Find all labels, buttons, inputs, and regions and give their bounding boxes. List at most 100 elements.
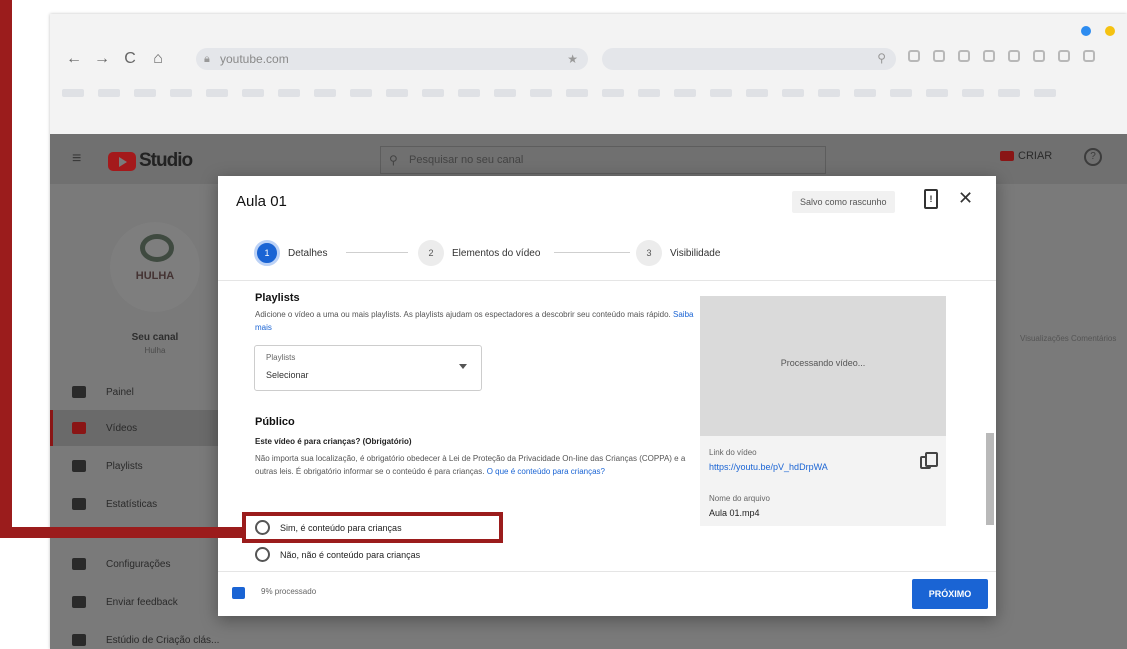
annotation-line-horizontal	[0, 527, 242, 538]
next-button[interactable]: PRÓXIMO	[912, 579, 988, 609]
youtube-play-icon	[108, 151, 136, 171]
bookmark-item[interactable]	[170, 89, 192, 97]
arrow-left-icon[interactable]: ←	[60, 50, 88, 68]
bookmark-item[interactable]	[422, 89, 444, 97]
extension-icon[interactable]	[983, 50, 995, 62]
bookmark-item[interactable]	[350, 89, 372, 97]
home-icon[interactable]: ⌂	[144, 50, 172, 68]
sidebar-item-label: Configurações	[106, 558, 171, 570]
sidebar-item-dashboard[interactable]: Painel	[50, 374, 240, 410]
bookmark-item[interactable]	[98, 89, 120, 97]
sidebar-item-classic-studio[interactable]: Estúdio de Criação clás...	[50, 622, 240, 649]
video-link[interactable]: https://youtu.be/pV_hdDrpWA	[709, 462, 828, 472]
bookmark-item[interactable]	[998, 89, 1020, 97]
sidebar-item-feedback[interactable]: Enviar feedback	[50, 584, 240, 620]
arrow-right-icon[interactable]: →	[88, 50, 116, 68]
video-thumbnail: Processando vídeo...	[700, 296, 946, 436]
playlist-select-value: Selecionar	[266, 370, 309, 380]
channel-avatar[interactable]: HULHA	[110, 222, 200, 312]
bookmarks-bar	[62, 86, 1122, 100]
radio-label: Não, não é conteúdo para crianças	[280, 549, 421, 560]
help-icon[interactable]: ?	[1084, 148, 1102, 166]
bookmark-item[interactable]	[314, 89, 336, 97]
bookmark-item[interactable]	[566, 89, 588, 97]
bookmark-item[interactable]	[278, 89, 300, 97]
bookmark-item[interactable]	[674, 89, 696, 97]
sidebar-item-settings[interactable]: Configurações	[50, 546, 240, 582]
sidebar-item-analytics[interactable]: Estatísticas	[50, 486, 240, 522]
extension-icon[interactable]	[1008, 50, 1020, 62]
create-label: CRIAR	[1018, 150, 1053, 162]
made-for-kids-question: Este vídeo é para crianças? (Obrigatório…	[255, 437, 412, 446]
bookmark-item[interactable]	[62, 89, 84, 97]
videos-icon	[72, 422, 86, 434]
extension-icon[interactable]	[1083, 50, 1095, 62]
bookmark-item[interactable]	[602, 89, 624, 97]
studio-logo[interactable]: Studio	[108, 150, 193, 172]
upload-details-dialog: Aula 01 Salvo como rascunho ! ✕ 1 Detalh…	[218, 176, 996, 616]
bookmark-item[interactable]	[926, 89, 948, 97]
window-dot-blue[interactable]	[1081, 26, 1091, 36]
sidebar-item-videos[interactable]: Vídeos	[50, 410, 240, 446]
audience-description-text: Não importa sua localização, é obrigatór…	[255, 454, 686, 476]
bookmark-item[interactable]	[386, 89, 408, 97]
window-controls	[1081, 26, 1115, 36]
extension-icon[interactable]	[1033, 50, 1045, 62]
dialog-scrollbar[interactable]	[986, 281, 994, 571]
step-label: Visibilidade	[670, 247, 721, 259]
step-number: 2	[418, 240, 444, 266]
channel-search-input[interactable]: ⚲ Pesquisar no seu canal	[380, 146, 826, 174]
step-details[interactable]: 1 Detalhes	[254, 240, 327, 266]
step-video-elements[interactable]: 2 Elementos do vídeo	[418, 240, 540, 266]
create-button[interactable]: CRIAR	[1000, 150, 1052, 162]
step-visibility[interactable]: 3 Visibilidade	[636, 240, 720, 266]
bookmark-item[interactable]	[134, 89, 156, 97]
bookmark-item[interactable]	[710, 89, 732, 97]
bookmark-item[interactable]	[638, 89, 660, 97]
saved-as-draft-badge: Salvo como rascunho	[792, 191, 895, 213]
step-number: 3	[636, 240, 662, 266]
copy-icon[interactable]	[920, 452, 938, 469]
star-icon[interactable]: ★	[567, 48, 578, 70]
sidebar-item-label: Playlists	[106, 460, 143, 472]
sidebar-item-label: Estatísticas	[106, 498, 158, 510]
bookmark-item[interactable]	[890, 89, 912, 97]
window-dot-yellow[interactable]	[1105, 26, 1115, 36]
radio-circle[interactable]	[255, 547, 270, 562]
bookmark-item[interactable]	[818, 89, 840, 97]
bookmark-item[interactable]	[530, 89, 552, 97]
dialog-content: Playlists Adicione o vídeo a uma ou mais…	[218, 281, 996, 571]
extension-icon[interactable]	[933, 50, 945, 62]
search-icon: ⚲	[877, 51, 886, 65]
playlist-select-label: Playlists	[266, 353, 296, 362]
menu-icon[interactable]: ≡	[72, 150, 81, 168]
sidebar-item-label: Enviar feedback	[106, 596, 178, 608]
address-bar[interactable]: 🔒︎ youtube.com ★	[196, 48, 588, 70]
bookmark-item[interactable]	[458, 89, 480, 97]
extension-icon[interactable]	[958, 50, 970, 62]
bookmark-item[interactable]	[854, 89, 876, 97]
stepper-line	[554, 252, 630, 253]
browser-search-box[interactable]: ⚲	[602, 48, 896, 70]
radio-made-for-kids-no[interactable]: Não, não é conteúdo para crianças	[255, 547, 420, 562]
close-icon[interactable]: ✕	[958, 188, 973, 209]
analytics-icon	[72, 498, 86, 510]
bookmark-item[interactable]	[962, 89, 984, 97]
extension-icon[interactable]	[1058, 50, 1070, 62]
extension-icon[interactable]	[908, 50, 920, 62]
bookmark-item[interactable]	[242, 89, 264, 97]
playlist-select[interactable]: Playlists Selecionar	[254, 345, 482, 391]
audience-heading: Público	[255, 416, 295, 428]
scrollbar-thumb[interactable]	[986, 433, 994, 525]
bookmark-item[interactable]	[782, 89, 804, 97]
bookmark-item[interactable]	[1034, 89, 1056, 97]
bookmark-item[interactable]	[746, 89, 768, 97]
studio-sidebar: HULHA Seu canal Hulha Painel Vídeos Play…	[50, 184, 240, 649]
bookmark-item[interactable]	[494, 89, 516, 97]
dialog-footer: 9% processado PRÓXIMO	[218, 571, 996, 616]
sidebar-item-playlists[interactable]: Playlists	[50, 448, 240, 484]
alert-icon[interactable]: !	[924, 189, 938, 209]
reload-icon[interactable]: C	[116, 50, 144, 68]
bookmark-item[interactable]	[206, 89, 228, 97]
kids-content-link[interactable]: O que é conteúdo para crianças?	[487, 467, 605, 476]
